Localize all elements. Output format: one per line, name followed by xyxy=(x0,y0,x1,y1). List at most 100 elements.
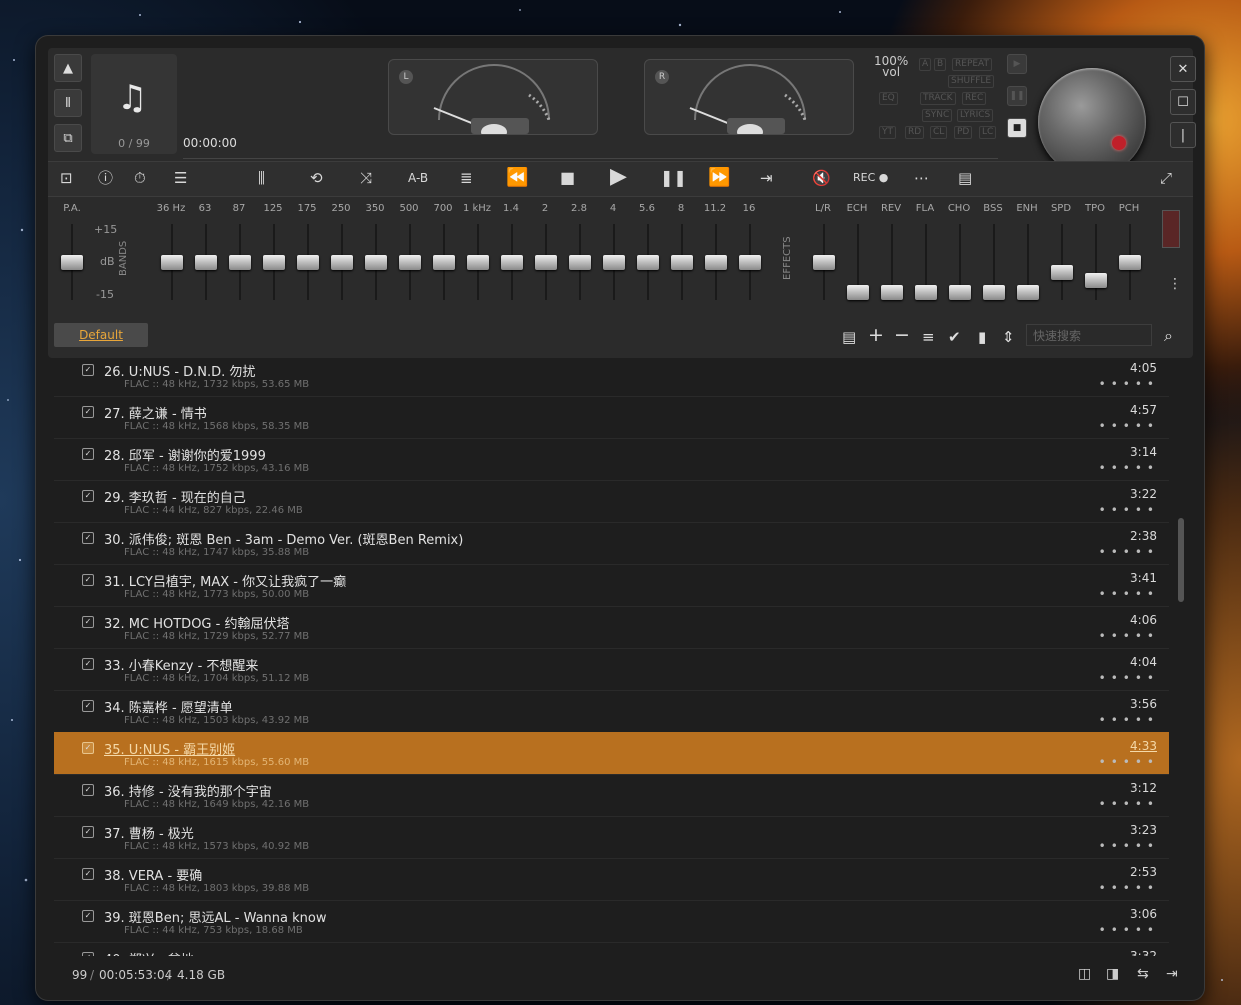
tag-rd[interactable]: RD xyxy=(905,126,925,139)
eq-band-slider[interactable] xyxy=(467,255,489,270)
pause-icon[interactable]: ❚❚ xyxy=(660,168,687,188)
eq-band-slider[interactable] xyxy=(705,255,727,270)
eq-more-icon[interactable]: ⋮ xyxy=(1168,276,1182,292)
playlist-view-icon[interactable]: ▤ xyxy=(958,168,972,188)
eq-effect-slider[interactable] xyxy=(881,285,903,300)
track-rating-dots[interactable]: ••••• xyxy=(1099,839,1159,853)
playlist-tab-default[interactable]: Default xyxy=(54,323,148,347)
track-rating-dots[interactable]: ••••• xyxy=(1099,587,1159,601)
queue-icon[interactable]: ≣ xyxy=(460,168,473,188)
maximize-button[interactable]: ☐ xyxy=(1170,89,1196,115)
eq-band-slider[interactable] xyxy=(161,255,183,270)
timer-icon[interactable]: ⏱ xyxy=(134,168,146,188)
playlist-scrollbar[interactable] xyxy=(1176,354,1186,956)
bookmark-icon[interactable]: ▮ xyxy=(978,329,986,345)
menu-icon[interactable]: ☰ xyxy=(174,168,187,188)
track-rating-dots[interactable]: ••••• xyxy=(1099,923,1159,937)
logo-icon[interactable]: ▲ xyxy=(54,54,82,82)
stop-icon[interactable]: ■ xyxy=(560,168,575,188)
track-checkbox[interactable]: ✓ xyxy=(82,490,94,502)
search-icon[interactable]: ⌕ xyxy=(1164,328,1173,344)
eq-effect-slider[interactable] xyxy=(949,285,971,300)
track-row[interactable]: ✓ 36. 持修 - 没有我的那个宇宙 FLAC :: 48 kHz, 1649… xyxy=(54,774,1169,817)
layout-split-icon[interactable]: ◫ xyxy=(1078,966,1091,982)
eq-effect-slider[interactable] xyxy=(1017,285,1039,300)
track-row[interactable]: ✓ 38. VERA - 要确 FLAC :: 48 kHz, 1803 kbp… xyxy=(54,858,1169,901)
eq-effect-slider[interactable] xyxy=(813,255,835,270)
record-button[interactable]: REC ● xyxy=(853,168,888,188)
eq-band-slider[interactable] xyxy=(365,255,387,270)
remove-icon[interactable]: − xyxy=(894,326,910,345)
tag-sync[interactable]: SYNC xyxy=(922,109,953,122)
close-button[interactable]: ✕ xyxy=(1170,56,1196,82)
eq-band-slider[interactable] xyxy=(569,255,591,270)
eq-band-slider[interactable] xyxy=(229,255,251,270)
tag-pd[interactable]: PD xyxy=(954,126,973,139)
track-row[interactable]: ✓ 37. 曹杨 - 极光 FLAC :: 48 kHz, 1573 kbps,… xyxy=(54,816,1169,859)
tag-cl[interactable]: CL xyxy=(930,126,948,139)
info-icon[interactable]: ⓘ xyxy=(98,168,113,188)
eq-band-slider[interactable] xyxy=(433,255,455,270)
equalizer-icon[interactable]: ⫼ xyxy=(258,168,265,188)
previous-icon[interactable]: ⏪ xyxy=(506,168,528,188)
track-rating-dots[interactable]: ••••• xyxy=(1099,629,1159,643)
tag-rec[interactable]: REC xyxy=(962,92,987,105)
tag-eq[interactable]: EQ xyxy=(879,92,898,105)
eq-band-slider[interactable] xyxy=(535,255,557,270)
track-row[interactable]: ✓ 32. MC HOTDOG - 约翰屈伏塔 FLAC :: 48 kHz, … xyxy=(54,606,1169,649)
eq-band-slider[interactable] xyxy=(501,255,523,270)
tag-repeat[interactable]: REPEAT xyxy=(952,58,993,71)
eq-effect-slider[interactable] xyxy=(1085,273,1107,288)
track-checkbox[interactable]: ✓ xyxy=(82,784,94,796)
seek-bar[interactable] xyxy=(183,158,998,159)
track-row[interactable]: ✓ 40. 郑兴 - 贫地 3:32 ••••• xyxy=(54,942,1169,956)
ab-repeat-button[interactable]: A-B xyxy=(408,168,428,188)
tag-a[interactable]: A xyxy=(919,58,932,71)
tag-shuffle[interactable]: SHUFFLE xyxy=(948,75,995,88)
waveform-icon[interactable]: ⦀ xyxy=(54,89,82,117)
track-checkbox[interactable]: ✓ xyxy=(82,952,94,956)
track-row[interactable]: ✓ 28. 邱军 - 谢谢你的爱1999 FLAC :: 48 kHz, 175… xyxy=(54,438,1169,481)
eq-effect-slider[interactable] xyxy=(1119,255,1141,270)
resize-icon[interactable]: ⤢ xyxy=(1160,168,1172,188)
shuffle-icon[interactable]: ⤨ xyxy=(360,168,372,188)
playlist-next-icon[interactable]: ⇥ xyxy=(760,168,773,188)
track-rating-dots[interactable]: ••••• xyxy=(1099,377,1159,391)
track-checkbox[interactable]: ✓ xyxy=(82,406,94,418)
volume-knob[interactable] xyxy=(1038,68,1146,176)
more-icon[interactable]: ⋯ xyxy=(914,168,929,188)
track-rating-dots[interactable]: ••••• xyxy=(1099,461,1159,475)
mini-mode-icon[interactable]: ⧉ xyxy=(54,124,82,152)
track-row[interactable]: ✓ 35. U:NUS - 霸王别姬 FLAC :: 48 kHz, 1615 … xyxy=(54,732,1169,775)
track-row[interactable]: ✓ 31. LCY吕植宇, MAX - 你又让我疯了一癫 FLAC :: 48 … xyxy=(54,564,1169,607)
track-checkbox[interactable]: ✓ xyxy=(82,910,94,922)
track-checkbox[interactable]: ✓ xyxy=(82,616,94,628)
export-icon[interactable]: ⇥ xyxy=(1166,966,1178,982)
eq-effect-slider[interactable] xyxy=(915,285,937,300)
eq-band-slider[interactable] xyxy=(263,255,285,270)
eq-band-slider[interactable] xyxy=(637,255,659,270)
track-rating-dots[interactable]: ••••• xyxy=(1099,881,1159,895)
eq-effect-slider[interactable] xyxy=(983,285,1005,300)
track-rating-dots[interactable]: ••••• xyxy=(1099,545,1159,559)
next-icon[interactable]: ⏩ xyxy=(708,168,730,188)
track-checkbox[interactable]: ✓ xyxy=(82,700,94,712)
track-checkbox[interactable]: ✓ xyxy=(82,574,94,586)
track-checkbox[interactable]: ✓ xyxy=(82,658,94,670)
track-row[interactable]: ✓ 34. 陈嘉桦 - 愿望清单 FLAC :: 48 kHz, 1503 kb… xyxy=(54,690,1169,733)
track-rating-dots[interactable]: ••••• xyxy=(1099,671,1159,685)
track-checkbox[interactable]: ✓ xyxy=(82,448,94,460)
eq-band-slider[interactable] xyxy=(603,255,625,270)
swap-icon[interactable]: ⇆ xyxy=(1137,966,1149,982)
search-input[interactable]: 快速搜索 xyxy=(1026,324,1152,346)
eq-band-slider[interactable] xyxy=(739,255,761,270)
select-icon[interactable]: ✔ xyxy=(948,329,961,345)
tag-yt[interactable]: YT xyxy=(879,126,896,139)
layout-side-icon[interactable]: ◨ xyxy=(1106,966,1119,982)
minimize-button[interactable]: | xyxy=(1170,122,1196,148)
track-checkbox[interactable]: ✓ xyxy=(82,826,94,838)
track-row[interactable]: ✓ 29. 李玖哲 - 现在的自己 FLAC :: 44 kHz, 827 kb… xyxy=(54,480,1169,523)
track-rating-dots[interactable]: ••••• xyxy=(1099,503,1159,517)
open-file-icon[interactable]: ⊡ xyxy=(60,168,73,188)
eq-effect-slider[interactable] xyxy=(1051,265,1073,280)
